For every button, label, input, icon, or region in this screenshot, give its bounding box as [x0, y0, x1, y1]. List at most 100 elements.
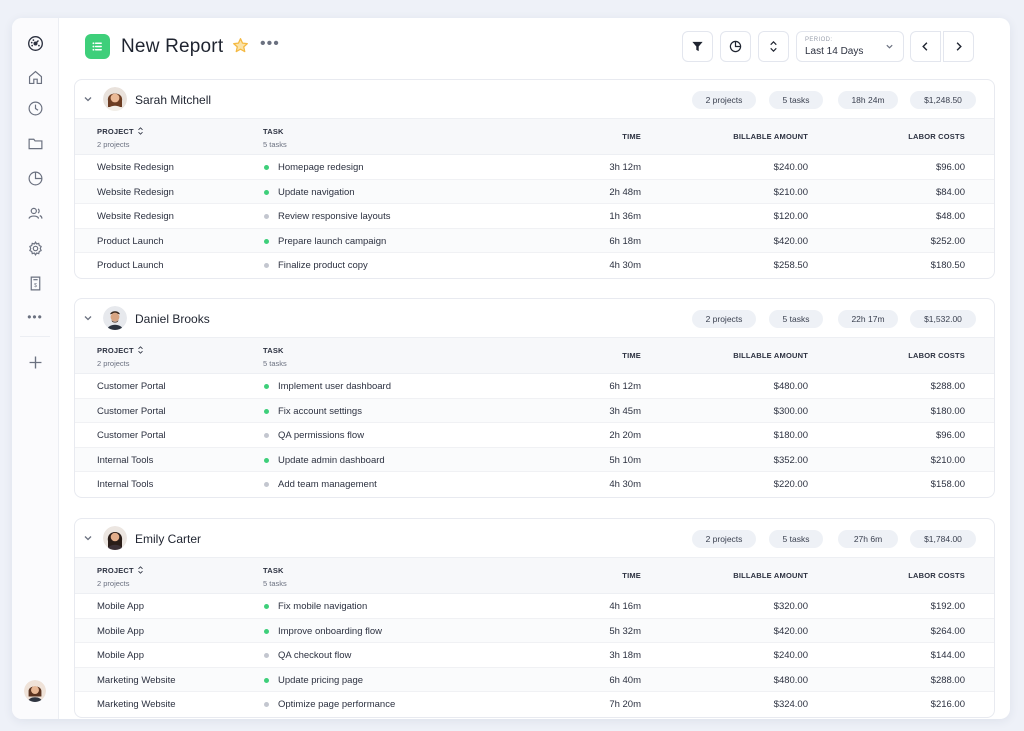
table-row[interactable]: Internal Tools Update admin dashboard 5h 1… [75, 447, 994, 472]
report-list-icon [85, 34, 110, 59]
task-cell: Update pricing page [278, 674, 364, 686]
time-column-header[interactable]: TIME [622, 571, 641, 580]
task-cell: Implement user dashboard [278, 381, 392, 392]
folder-icon[interactable] [24, 132, 46, 154]
pie-chart-icon[interactable] [24, 167, 46, 189]
time-cell: 1h 36m [609, 211, 641, 222]
pie-chart-icon [729, 40, 742, 53]
star-icon[interactable] [232, 37, 250, 55]
task-column-header[interactable]: TASK [263, 127, 284, 136]
group-header[interactable]: Emily Carter 2 projects 5 tasks 27h 6m $1,78… [75, 519, 994, 557]
time-column-header[interactable]: TIME [622, 132, 641, 141]
chevron-down-icon[interactable] [83, 533, 93, 543]
employee-group: Daniel Brooks 2 projects 5 tasks 22h 17m $1,… [74, 298, 995, 498]
billable-column-header[interactable]: BILLABLE AMOUNT [733, 132, 808, 141]
task-column-header[interactable]: TASK [263, 566, 284, 575]
table-row[interactable]: Customer Portal Implement user dashboard 6… [75, 374, 994, 399]
total-time-badge: 22h 17m [838, 310, 898, 328]
billable-cell: $480.00 [773, 674, 808, 686]
labor-cell: $48.00 [935, 211, 965, 222]
project-column-label: PROJECT [97, 127, 134, 136]
status-dot [264, 263, 269, 268]
table-row[interactable]: Product Launch Finalize product copy 4h 30… [75, 253, 994, 278]
tasks-subcount: 5 tasks [263, 359, 287, 368]
previous-period-button[interactable] [910, 31, 941, 62]
task-cell: QA checkout flow [278, 650, 352, 661]
total-time-badge: 27h 6m [838, 530, 898, 548]
labor-cell: $96.00 [935, 430, 965, 441]
labor-column-header[interactable]: LABOR COSTS [908, 132, 965, 141]
invoice-icon[interactable]: $ [24, 272, 46, 294]
table-row[interactable]: Website Redesign Homepage redesign 3h 12m $… [75, 155, 994, 180]
labor-column-header[interactable]: LABOR COSTS [908, 351, 965, 360]
sort-icon[interactable] [137, 566, 144, 574]
status-dot [264, 189, 269, 195]
table-header: PROJECT 2 projects TASK 5 tasks TIME BILLABLE… [75, 118, 994, 155]
billable-column-header[interactable]: BILLABLE AMOUNT [733, 351, 808, 360]
labor-column-header[interactable]: LABOR COSTS [908, 571, 965, 580]
table-row[interactable]: Mobile App Fix mobile navigation 4h 16m $32… [75, 594, 994, 619]
table-row[interactable]: Marketing Website Optimize page performan… [75, 692, 994, 717]
users-icon[interactable] [24, 202, 46, 224]
table-row[interactable]: Mobile App QA checkout flow 3h 18m $240.00 $… [75, 643, 994, 668]
status-dot [264, 628, 269, 634]
total-amount-badge: $1,248.50 [910, 91, 976, 109]
billable-cell: $420.00 [773, 235, 808, 247]
group-header[interactable]: Sarah Mitchell 2 projects 5 tasks 18h 24m $1… [75, 80, 994, 118]
status-dot [264, 482, 269, 487]
sidebar: $ ••• [12, 18, 59, 719]
status-dot [264, 165, 269, 170]
task-column-header[interactable]: TASK [263, 346, 284, 355]
project-column-header[interactable]: PROJECT [97, 127, 144, 136]
chevron-down-icon[interactable] [83, 313, 93, 323]
period-select[interactable]: PERIOD: Last 14 Days [796, 31, 904, 62]
billable-cell: $120.00 [773, 211, 808, 222]
plus-icon[interactable] [24, 351, 46, 373]
clock-icon[interactable] [24, 97, 46, 119]
tasks-subcount: 5 tasks [263, 579, 287, 588]
time-cell: 6h 12m [609, 381, 641, 392]
project-cell: Internal Tools [97, 479, 154, 490]
task-cell: Fix mobile navigation [278, 601, 368, 612]
status-dot [264, 604, 269, 609]
user-avatar[interactable] [24, 680, 46, 702]
next-period-button[interactable] [943, 31, 974, 62]
labor-cell: $288.00 [930, 381, 965, 392]
billable-column-header[interactable]: BILLABLE AMOUNT [733, 571, 808, 580]
sort-icon[interactable] [137, 346, 144, 354]
project-column-header[interactable]: PROJECT [97, 566, 144, 575]
sort-icon[interactable] [137, 127, 144, 135]
table-row[interactable]: Website Redesign Review responsive layout… [75, 204, 994, 229]
dashboard-icon[interactable] [24, 32, 46, 54]
project-column-header[interactable]: PROJECT [97, 346, 144, 355]
table-row[interactable]: Internal Tools Add team management 4h 30m $… [75, 472, 994, 497]
more-options-icon[interactable]: ••• [260, 36, 279, 55]
table-row[interactable]: Product Launch Prepare launch campaign 6h … [75, 228, 994, 253]
avatar [103, 526, 127, 550]
chart-view-button[interactable] [720, 31, 751, 62]
project-cell: Customer Portal [97, 381, 166, 392]
labor-cell: $84.00 [935, 186, 965, 198]
project-cell: Website Redesign [97, 211, 174, 222]
table-row[interactable]: Customer Portal Fix account settings 3h 45… [75, 398, 994, 423]
task-cell: Add team management [278, 479, 377, 490]
more-icon[interactable]: ••• [24, 306, 46, 328]
time-column-header[interactable]: TIME [622, 351, 641, 360]
table-row[interactable]: Marketing Website Update pricing page 6h 4… [75, 667, 994, 692]
gear-icon[interactable] [24, 237, 46, 259]
filter-button[interactable] [682, 31, 713, 62]
home-icon[interactable] [24, 66, 46, 88]
billable-cell: $240.00 [773, 162, 808, 173]
chevron-down-icon[interactable] [83, 94, 93, 104]
project-cell: Product Launch [97, 235, 164, 247]
project-cell: Mobile App [97, 625, 145, 637]
group-header[interactable]: Daniel Brooks 2 projects 5 tasks 22h 17m $1,… [75, 299, 994, 337]
time-cell: 4h 30m [609, 260, 641, 271]
table-header: PROJECT 2 projects TASK 5 tasks TIME BILLABLE… [75, 337, 994, 374]
chevron-right-icon [956, 42, 962, 51]
table-row[interactable]: Customer Portal QA permissions flow 2h 20m… [75, 423, 994, 448]
table-row[interactable]: Mobile App Improve onboarding flow 5h 32m $… [75, 618, 994, 643]
table-row[interactable]: Website Redesign Update navigation 2h 48m $… [75, 179, 994, 204]
sort-button[interactable] [758, 31, 789, 62]
time-cell: 2h 20m [609, 430, 641, 441]
